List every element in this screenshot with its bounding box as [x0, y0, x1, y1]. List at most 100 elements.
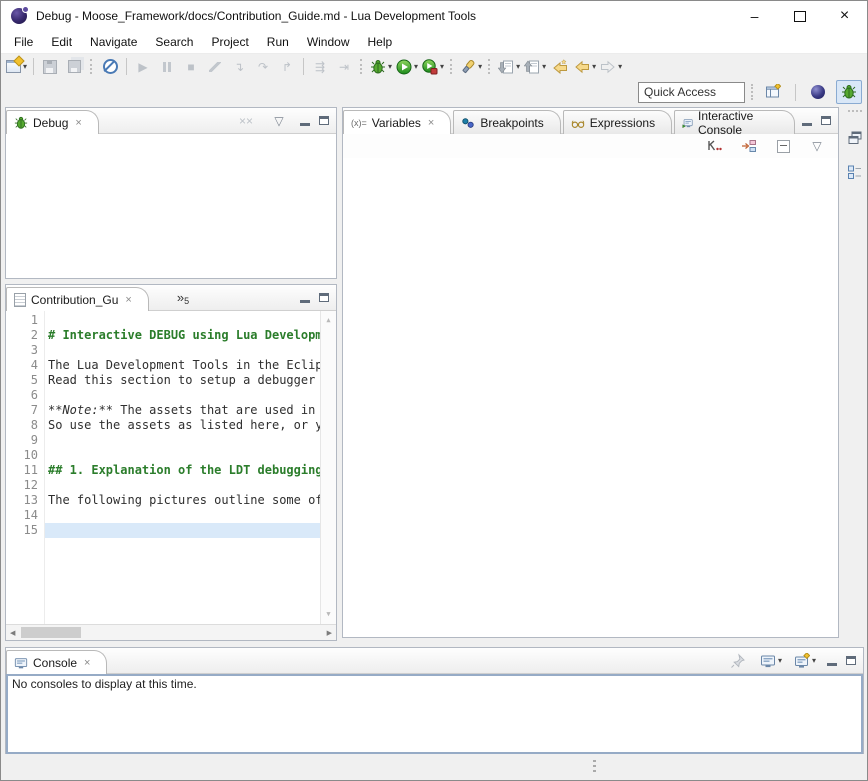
- new-wizard-icon[interactable]: ▾: [4, 56, 29, 78]
- run-icon[interactable]: ▾: [394, 56, 420, 78]
- maximize-view-button[interactable]: [319, 116, 329, 125]
- suspend-icon: [163, 62, 171, 72]
- skip-all-breakpoints-icon[interactable]: [98, 56, 122, 78]
- editor-horizontal-scrollbar[interactable]: ◀ ▶: [6, 624, 336, 640]
- menu-navigate[interactable]: Navigate: [81, 33, 146, 51]
- code-line[interactable]: **Note:** The assets that are used in: [45, 403, 320, 418]
- tab-console[interactable]: Console ×: [6, 650, 107, 674]
- window-maximize-button[interactable]: [777, 1, 822, 31]
- scrollbar-thumb[interactable]: [21, 627, 81, 638]
- previous-annotation-icon[interactable]: ▾: [522, 56, 548, 78]
- debug-icon[interactable]: ▾: [368, 56, 394, 78]
- status-splitter-grip[interactable]: [593, 760, 596, 775]
- dropdown-icon[interactable]: ▾: [440, 62, 444, 71]
- code-line[interactable]: [45, 523, 320, 538]
- minimize-view-button[interactable]: [300, 115, 310, 126]
- close-icon[interactable]: ×: [428, 117, 434, 129]
- code-area[interactable]: # Interactive DEBUG using Lua Developm Th…: [45, 311, 320, 624]
- code-line[interactable]: [45, 478, 320, 493]
- last-edit-location-icon: [552, 59, 568, 75]
- dropdown-icon[interactable]: ▾: [542, 62, 546, 71]
- code-line[interactable]: [45, 388, 320, 403]
- tab-breakpoints[interactable]: Breakpoints: [453, 110, 560, 134]
- dropdown-icon[interactable]: ▾: [812, 656, 816, 665]
- view-menu-icon[interactable]: ▽: [805, 135, 829, 157]
- line-number-ruler: 123456789101112131415: [6, 311, 45, 624]
- collapse-all-icon[interactable]: [771, 135, 795, 157]
- workspace: Debug × × × ▽ (x)=Variables×BreakpointsExp…: [1, 104, 867, 780]
- more-editors-chevron[interactable]: »5: [177, 290, 189, 306]
- editor-vertical-scrollbar[interactable]: ▲ ▼: [320, 311, 336, 624]
- variables-view-content[interactable]: [343, 158, 838, 637]
- maximize-view-button[interactable]: [319, 293, 329, 302]
- show-logical-structures-icon[interactable]: [737, 135, 761, 157]
- scroll-left-icon[interactable]: ◀: [10, 629, 15, 637]
- window-minimize-button[interactable]: –: [732, 1, 777, 31]
- dropdown-icon[interactable]: ▾: [592, 62, 596, 71]
- back-icon[interactable]: ▾: [572, 56, 598, 78]
- dropdown-icon[interactable]: ▾: [414, 62, 418, 71]
- code-line[interactable]: The following pictures outline some of: [45, 493, 320, 508]
- outline-view-button[interactable]: [843, 161, 867, 183]
- tab-debug[interactable]: Debug ×: [6, 110, 99, 134]
- step-into-icon: ↴: [234, 61, 244, 73]
- trim-grip[interactable]: [848, 110, 862, 115]
- menu-run[interactable]: Run: [258, 33, 298, 51]
- minimize-view-button[interactable]: [827, 655, 837, 666]
- lua-perspective-button[interactable]: [806, 81, 830, 103]
- tab-variables[interactable]: (x)=Variables×: [343, 110, 451, 134]
- code-line[interactable]: [45, 343, 320, 358]
- tab-contribution-guide[interactable]: Contribution_Gu ×: [6, 287, 149, 311]
- menu-help[interactable]: Help: [359, 33, 402, 51]
- scroll-right-icon[interactable]: ▶: [327, 629, 332, 637]
- dropdown-icon[interactable]: ▾: [516, 62, 520, 71]
- code-line[interactable]: The Lua Development Tools in the Eclip: [45, 358, 320, 373]
- toolbar-grip[interactable]: [751, 84, 755, 100]
- next-annotation-icon[interactable]: ▾: [496, 56, 522, 78]
- menu-project[interactable]: Project: [202, 33, 257, 51]
- display-selected-console-icon[interactable]: ▾: [758, 650, 784, 672]
- dropdown-icon[interactable]: ▾: [618, 62, 622, 71]
- open-perspective-button[interactable]: [761, 81, 785, 103]
- close-icon[interactable]: ×: [125, 294, 131, 306]
- minimize-view-button[interactable]: [300, 292, 310, 303]
- code-line[interactable]: [45, 508, 320, 523]
- code-line[interactable]: [45, 433, 320, 448]
- maximize-view-button[interactable]: [821, 116, 831, 125]
- menu-window[interactable]: Window: [298, 33, 359, 51]
- quick-access-input[interactable]: Quick Access: [638, 82, 745, 103]
- restore-view-button[interactable]: [843, 127, 867, 149]
- minimize-view-button[interactable]: [802, 115, 812, 126]
- code-line[interactable]: So use the assets as listed here, or y: [45, 418, 320, 433]
- save-icon: [43, 60, 57, 74]
- close-icon[interactable]: ×: [75, 117, 81, 129]
- scroll-down-icon[interactable]: ▼: [326, 607, 330, 622]
- menu-file[interactable]: File: [5, 33, 42, 51]
- menu-search[interactable]: Search: [146, 33, 202, 51]
- code-line[interactable]: # Interactive DEBUG using Lua Developm: [45, 328, 320, 343]
- dropdown-icon[interactable]: ▾: [478, 62, 482, 71]
- show-type-names-icon[interactable]: [703, 135, 727, 157]
- dropdown-icon[interactable]: ▾: [778, 656, 782, 665]
- maximize-view-button[interactable]: [846, 656, 856, 665]
- window-close-button[interactable]: ×: [822, 1, 867, 31]
- dropdown-icon[interactable]: ▾: [388, 62, 392, 71]
- close-icon[interactable]: ×: [84, 657, 90, 669]
- debug-perspective-button[interactable]: [836, 80, 862, 104]
- menu-edit[interactable]: Edit: [42, 33, 81, 51]
- dropdown-icon[interactable]: ▾: [23, 62, 27, 71]
- resume-icon: ▶: [131, 56, 155, 78]
- debug-view-content[interactable]: [6, 134, 336, 278]
- search-icon[interactable]: ▾: [458, 56, 484, 78]
- open-console-icon[interactable]: ▾: [792, 650, 818, 672]
- last-edit-location-icon[interactable]: [548, 56, 572, 78]
- code-line[interactable]: Read this section to setup a debugger: [45, 373, 320, 388]
- code-line[interactable]: ## 1. Explanation of the LDT debugging: [45, 463, 320, 478]
- tab-interactive-console[interactable]: Interactive Console: [674, 110, 795, 134]
- run-external-tools-icon[interactable]: ▾: [420, 56, 446, 78]
- view-menu-icon[interactable]: ▽: [267, 110, 291, 132]
- code-line[interactable]: [45, 313, 320, 328]
- tab-expressions[interactable]: Expressions: [563, 110, 672, 134]
- scroll-up-icon[interactable]: ▲: [326, 313, 330, 328]
- code-line[interactable]: [45, 448, 320, 463]
